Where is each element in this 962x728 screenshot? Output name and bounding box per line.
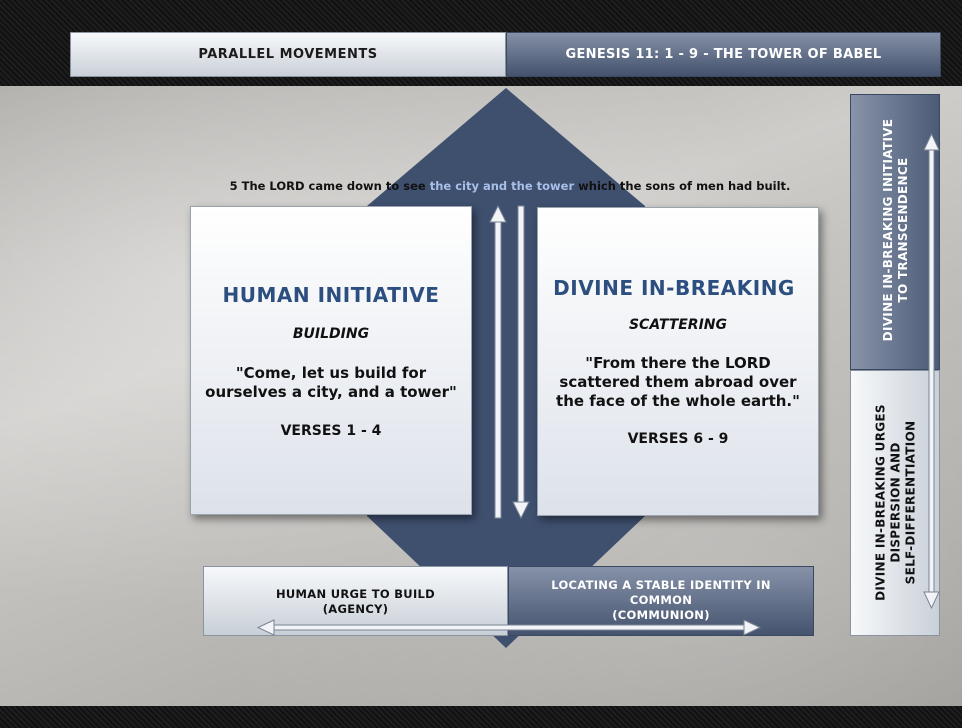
verse-5-highlight: the city and the tower	[429, 179, 575, 193]
divine-in-breaking-title: DIVINE IN-BREAKING	[553, 276, 795, 300]
dispersion-line3: SELF-DIFFERENTIATION	[903, 420, 918, 585]
scattering-quote-line2: scattered them abroad over	[559, 373, 797, 391]
human-urge-line2: (AGENCY)	[322, 602, 389, 616]
building-subtitle: BUILDING	[292, 326, 370, 342]
verses-1-4: VERSES 1 - 4	[280, 423, 382, 439]
dispersion-text: DIVINE IN-BREAKING URGES DISPERSION AND …	[874, 370, 919, 636]
stable-identity-line1: LOCATING A STABLE IDENTITY IN	[551, 578, 771, 592]
human-urge-box: HUMAN URGE TO BUILD (AGENCY)	[203, 566, 508, 636]
scattering-subtitle: SCATTERING	[628, 317, 728, 333]
scattering-quote-line1: "From there the LORD	[585, 354, 771, 372]
verse-5-before: 5 The LORD came down to see	[229, 179, 430, 193]
building-quote-line2: ourselves a city, and a tower"	[205, 383, 457, 401]
stable-identity-line3: (COMMUNION)	[612, 608, 710, 622]
stable-identity-box: LOCATING A STABLE IDENTITY IN COMMON (CO…	[508, 566, 814, 636]
transcendence-box: DIVINE IN-BREAKING INITIATIVE TO TRANSCE…	[850, 94, 940, 370]
divine-in-breaking-card: DIVINE IN-BREAKING SCATTERING "From ther…	[537, 207, 819, 516]
transcendence-line1: DIVINE IN-BREAKING INITIATIVE	[881, 118, 895, 342]
scattering-quote-line3: the face of the whole earth."	[556, 392, 800, 410]
stable-identity-line2: COMMON	[629, 593, 693, 607]
verses-6-9: VERSES 6 - 9	[627, 431, 729, 447]
dispersion-box: DIVINE IN-BREAKING URGES DISPERSION AND …	[850, 370, 940, 636]
human-urge-line1: HUMAN URGE TO BUILD	[275, 587, 435, 601]
building-quote-line1: "Come, let us build for	[235, 364, 427, 382]
verse-5-after: which the sons of men had built.	[574, 179, 791, 193]
human-initiative-card: HUMAN INITIATIVE BUILDING "Come, let us …	[190, 206, 472, 515]
verse-5-text: 5 The LORD came down to see the city and…	[200, 179, 820, 193]
transcendence-line2: TO TRANSCENDENCE	[896, 157, 910, 303]
human-initiative-title: HUMAN INITIATIVE	[222, 283, 440, 307]
dispersion-line1: DIVINE IN-BREAKING URGES	[873, 404, 888, 601]
dispersion-line2: DISPERSION AND	[888, 442, 903, 563]
transcendence-text: DIVINE IN-BREAKING INITIATIVE TO TRANSCE…	[881, 92, 911, 368]
